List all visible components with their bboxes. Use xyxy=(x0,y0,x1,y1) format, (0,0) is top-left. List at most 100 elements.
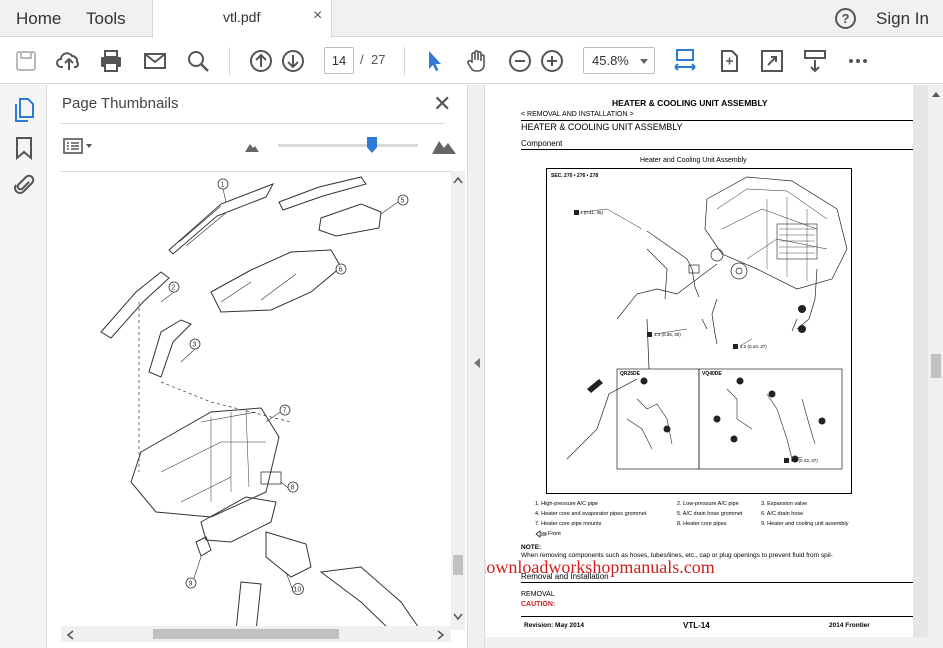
scroll-left-icon[interactable] xyxy=(66,630,74,640)
legend-item: 1. High-pressure A/C pipe xyxy=(535,501,598,507)
heater-unit-diagram xyxy=(566,176,848,470)
full-screen-icon[interactable] xyxy=(759,48,785,74)
callout: 5 xyxy=(401,198,405,205)
exploded-diagram-thumbnail: 1 2 3 5 6 7 8 9 10 xyxy=(100,176,421,630)
page-number-input[interactable]: 14 xyxy=(324,47,354,74)
toolbar-divider xyxy=(404,47,405,75)
document-tab[interactable]: vtl.pdf × xyxy=(152,0,332,38)
inset-label-vq40de: VQ40DE xyxy=(702,371,722,377)
document-horizontal-scrollbar[interactable] xyxy=(485,637,928,648)
scroll-down-icon[interactable] xyxy=(453,613,463,621)
callout: 1 xyxy=(221,182,225,189)
search-icon[interactable] xyxy=(185,48,211,74)
page-title: HEATER & COOLING UNIT ASSEMBLY xyxy=(612,98,768,108)
removal-label: REMOVAL xyxy=(521,591,555,598)
component-figure: SEC. 270 • 276 • 278 4 (0.41, 35) 3.4 (0… xyxy=(546,168,852,494)
legend-item: 9. Heater and cooling unit assembly xyxy=(761,521,849,527)
navigation-rail xyxy=(0,85,47,648)
caution-label: CAUTION: xyxy=(521,601,556,608)
torque-label: 4.2 (0.43, 37) xyxy=(791,458,818,463)
vertical-scroll-thumb[interactable] xyxy=(453,555,463,575)
close-tab-icon[interactable]: × xyxy=(313,7,322,25)
scroll-right-icon[interactable] xyxy=(437,630,445,640)
previous-page-icon[interactable] xyxy=(248,48,274,74)
legend-item: 3. Expansion valve xyxy=(761,501,808,507)
select-cursor-icon[interactable] xyxy=(421,48,447,74)
callout: 3 xyxy=(193,342,197,349)
horizontal-scroll-thumb[interactable] xyxy=(153,629,339,639)
subsection-rule xyxy=(521,149,913,150)
large-thumbnail-icon[interactable] xyxy=(431,135,457,155)
fit-page-icon[interactable] xyxy=(716,48,742,74)
thumbnail-view[interactable]: 1 2 3 5 6 7 8 9 10 xyxy=(61,171,451,630)
vertical-scroll-thumb[interactable] xyxy=(931,354,941,378)
toolbar: 14 / 27 45.8% xyxy=(0,38,943,84)
zoom-out-icon[interactable] xyxy=(507,48,533,74)
panel-splitter[interactable] xyxy=(467,85,485,648)
email-icon[interactable] xyxy=(142,48,168,74)
tools-tab[interactable]: Tools xyxy=(86,0,126,37)
thumbnail-options-icon[interactable] xyxy=(63,138,95,154)
torque-label: 4 (0.41, 35) xyxy=(580,210,604,215)
legend-item: 5. A/C drain hose grommet xyxy=(677,511,743,517)
callout: 10 xyxy=(294,587,302,594)
callout: 2 xyxy=(172,285,176,292)
callout: 6 xyxy=(339,267,343,274)
document-tab-label: vtl.pdf xyxy=(223,9,261,25)
total-pages: 27 xyxy=(371,52,386,67)
front-arrow-icon xyxy=(535,530,547,538)
print-icon[interactable] xyxy=(98,48,124,74)
help-icon[interactable]: ? xyxy=(835,8,856,29)
close-icon[interactable]: ✕ xyxy=(433,93,451,115)
slider-handle[interactable] xyxy=(367,137,377,153)
panel-title: Page Thumbnails xyxy=(62,95,179,112)
next-page-icon[interactable] xyxy=(280,48,306,74)
document-view[interactable]: HEATER & COOLING UNIT ASSEMBLY < REMOVAL… xyxy=(485,85,928,648)
collapse-panel-icon[interactable] xyxy=(473,357,481,369)
page-separator: / xyxy=(360,52,364,67)
removal-heading: Removal and Installation xyxy=(521,572,609,581)
legend-item: 2. Low-pressure A/C pipe xyxy=(677,501,739,507)
fit-width-icon[interactable] xyxy=(672,48,698,74)
subsection-heading: Component xyxy=(521,139,563,148)
tab-bar: Home Tools vtl.pdf × ? Sign In xyxy=(0,0,943,38)
torque-label: 3.4 (0.35, 30) xyxy=(654,332,681,337)
zoom-in-icon[interactable] xyxy=(539,48,565,74)
legend-item: 8. Heater core pipes xyxy=(677,521,727,527)
document-vertical-scrollbar[interactable] xyxy=(928,85,943,648)
footer-revision: Revision: May 2014 xyxy=(524,622,584,629)
scroll-up-icon[interactable] xyxy=(931,90,941,98)
thumbnail-size-slider[interactable] xyxy=(278,144,418,147)
sign-in-button[interactable]: Sign In xyxy=(876,0,929,37)
footer-page-number: VTL-14 xyxy=(683,621,710,630)
attachment-icon[interactable] xyxy=(13,172,35,198)
thumbnail-vertical-scrollbar[interactable] xyxy=(451,171,465,630)
toolbar-divider xyxy=(229,47,230,75)
section-heading: HEATER & COOLING UNIT ASSEMBLY xyxy=(521,122,683,132)
inset-label-qr25de: QR25DE xyxy=(620,371,641,377)
bookmark-icon[interactable] xyxy=(13,135,35,161)
more-options-icon[interactable] xyxy=(845,48,871,74)
callout: 9 xyxy=(189,581,193,588)
chevron-down-icon xyxy=(640,59,648,64)
footer-model: 2014 Frontier xyxy=(829,622,870,629)
cloud-upload-icon[interactable] xyxy=(56,48,82,74)
hand-tool-icon[interactable] xyxy=(464,48,490,74)
legend-item: 6. A/C drain hose xyxy=(761,511,804,517)
save-icon[interactable] xyxy=(13,48,39,74)
pdf-page: HEATER & COOLING UNIT ASSEMBLY < REMOVAL… xyxy=(485,85,913,638)
footer-rule xyxy=(521,616,913,617)
thumbnail-horizontal-scrollbar[interactable] xyxy=(61,626,451,642)
page-thumbnails-icon[interactable] xyxy=(12,97,36,123)
scroll-up-icon[interactable] xyxy=(453,176,463,184)
front-label: Front xyxy=(548,531,561,537)
panel-divider xyxy=(61,123,445,124)
scroll-mode-icon[interactable] xyxy=(802,48,828,74)
home-tab[interactable]: Home xyxy=(16,0,61,37)
removal-rule xyxy=(521,582,913,583)
legend-item: 4. Heater core and evaporator pipes grom… xyxy=(535,511,647,517)
figure-title: Heater and Cooling Unit Assembly xyxy=(640,157,747,164)
zoom-dropdown[interactable]: 45.8% xyxy=(583,47,655,74)
legend-item: 7. Heater core pipe mounts xyxy=(535,521,602,527)
small-thumbnail-icon[interactable] xyxy=(243,139,261,153)
